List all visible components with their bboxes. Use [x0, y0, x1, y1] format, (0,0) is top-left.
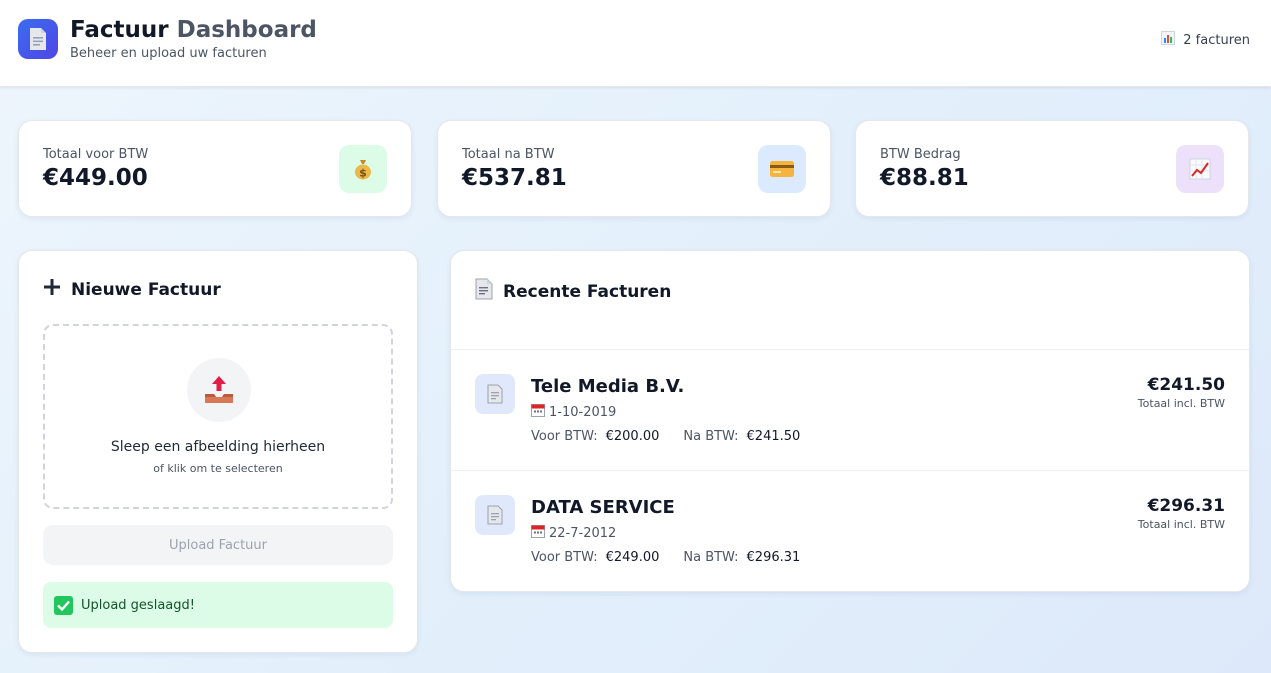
credit-card-icon — [758, 145, 806, 193]
stat-label: Totaal na BTW — [462, 147, 555, 162]
invoice-total-label: Totaal incl. BTW — [1137, 518, 1225, 531]
stat-label: Totaal voor BTW — [43, 147, 149, 162]
stat-value: €537.81 — [462, 165, 567, 191]
document-icon — [475, 374, 515, 414]
app-subtitle: Beheer en upload uw facturen — [70, 46, 267, 61]
stat-label: BTW Bedrag — [880, 147, 961, 162]
before-vat-value: €200.00 — [605, 429, 660, 444]
file-dropzone[interactable]: Sleep een afbeelding hierheen of klik om… — [43, 324, 393, 509]
invoice-date: 1-10-2019 — [531, 403, 616, 421]
list-item[interactable]: DATA SERVICE 22-7-2012 Voor BTW: €249.00… — [451, 471, 1249, 592]
after-vat-value: €241.50 — [746, 429, 801, 444]
invoice-date-text: 1-10-2019 — [549, 404, 617, 420]
invoice-total: €241.50 — [1147, 375, 1225, 395]
invoice-date: 22-7-2012 — [531, 524, 616, 542]
document-icon — [475, 495, 515, 535]
stat-value: €449.00 — [43, 165, 148, 191]
success-text: Upload geslaagd! — [81, 597, 195, 613]
stat-card-vat-amount: BTW Bedrag €88.81 — [855, 120, 1249, 217]
plus-icon — [43, 278, 61, 301]
check-mark-icon — [54, 595, 73, 615]
upload-invoice-button[interactable]: Upload Factuur — [43, 525, 393, 565]
before-vat-label: Voor BTW: — [531, 550, 598, 565]
bar-chart-icon — [1161, 31, 1176, 49]
upload-panel-title-text: Nieuwe Factuur — [71, 279, 221, 300]
svg-text:$: $ — [359, 167, 367, 180]
stat-card-total-after-vat: Totaal na BTW €537.81 — [437, 120, 831, 217]
inbox-upload-icon — [187, 358, 251, 422]
document-icon — [18, 19, 58, 59]
app-title: Factuur Dashboard — [70, 17, 317, 43]
dropzone-main-text: Sleep een afbeelding hierheen — [110, 439, 326, 455]
list-item[interactable]: Tele Media B.V. 1-10-2019 Voor BTW: €200… — [451, 350, 1249, 471]
recent-invoices-title: Recente Facturen — [475, 278, 671, 305]
chart-increasing-icon — [1176, 145, 1224, 193]
document-icon — [475, 278, 493, 305]
invoice-sums: Voor BTW: €249.00 Na BTW: €296.31 — [531, 550, 800, 565]
after-vat-value: €296.31 — [746, 550, 801, 565]
app-title-part1: Factuur — [70, 17, 169, 43]
invoice-total: €296.31 — [1147, 496, 1225, 516]
app-header: Factuur Dashboard Beheer en upload uw fa… — [0, 0, 1271, 87]
before-vat-label: Voor BTW: — [531, 429, 598, 444]
upload-success-message: Upload geslaagd! — [43, 582, 393, 628]
calendar-icon — [531, 403, 545, 421]
after-vat-label: Na BTW: — [683, 550, 739, 565]
recent-invoices-title-text: Recente Facturen — [503, 281, 672, 302]
after-vat-label: Na BTW: — [683, 429, 739, 444]
before-vat-value: €249.00 — [605, 550, 660, 565]
upload-panel: Nieuwe Factuur Sleep een afbeelding hier… — [18, 250, 418, 653]
stat-value: €88.81 — [880, 165, 969, 191]
invoice-name: DATA SERVICE — [531, 497, 675, 518]
calendar-icon — [531, 524, 545, 542]
recent-invoices-panel: Recente Facturen Tele Media B.V. 1-10-20… — [450, 250, 1250, 592]
invoice-name: Tele Media B.V. — [531, 376, 685, 397]
invoice-sums: Voor BTW: €200.00 Na BTW: €241.50 — [531, 429, 800, 444]
dropzone-sub-text: of klik om te selecteren — [153, 462, 283, 475]
invoice-total-label: Totaal incl. BTW — [1137, 397, 1225, 410]
invoice-count-text: 2 facturen — [1183, 32, 1250, 48]
money-bag-icon: $ — [339, 145, 387, 193]
invoice-date-text: 22-7-2012 — [549, 525, 617, 541]
stat-card-total-before-vat: Totaal voor BTW €449.00 $ — [18, 120, 412, 217]
upload-panel-title: Nieuwe Factuur — [43, 278, 221, 301]
app-title-part2: Dashboard — [176, 17, 317, 43]
invoice-count: 2 facturen — [1161, 31, 1250, 49]
